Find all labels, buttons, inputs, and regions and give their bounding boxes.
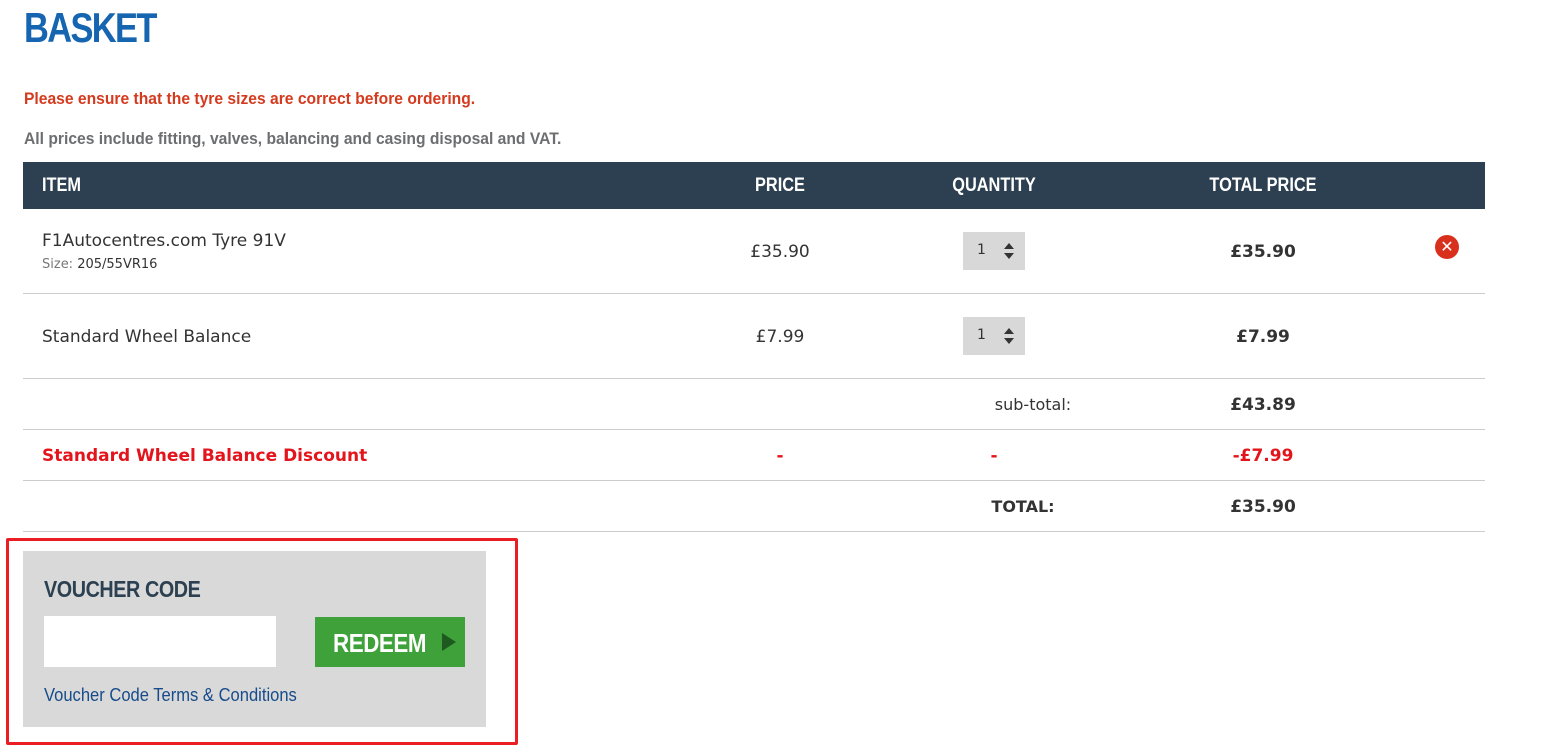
subtotal-value: £43.89: [1230, 395, 1296, 415]
item-price: £35.90: [750, 242, 810, 262]
item-size: Size: 205/55VR16: [42, 257, 157, 272]
basket-table: ITEM PRICE QUANTITY TOTAL PRICE F1Autoce…: [23, 162, 1485, 532]
prices-info: All prices include fitting, valves, bala…: [24, 129, 562, 148]
quantity-select[interactable]: 1: [963, 317, 1025, 355]
voucher-title: VOUCHER CODE: [44, 576, 201, 602]
redeem-label: REDEEM: [333, 628, 427, 658]
item-name: F1Autocentres.com Tyre 91V: [42, 231, 286, 251]
voucher-terms-link[interactable]: Voucher Code Terms & Conditions: [44, 685, 297, 706]
item-price: £7.99: [755, 327, 805, 347]
header-quantity: QUANTITY: [952, 175, 1036, 196]
header-total-price: TOTAL PRICE: [1209, 175, 1317, 196]
tyre-size-notice: Please ensure that the tyre sizes are co…: [24, 89, 476, 108]
subtotal-label: sub-total:: [994, 395, 1072, 414]
item-size-label: Size:: [42, 257, 74, 272]
header-item: ITEM: [42, 175, 82, 196]
total-value: £35.90: [1230, 497, 1296, 517]
discount-row: Standard Wheel Balance Discount - - -£7.…: [23, 430, 1485, 481]
discount-quantity: -: [990, 446, 998, 466]
item-name: Standard Wheel Balance: [42, 327, 252, 347]
total-row: TOTAL: £35.90: [23, 481, 1485, 532]
item-total: £7.99: [1236, 327, 1290, 347]
item-total: £35.90: [1230, 242, 1296, 262]
remove-item-icon[interactable]: ✕: [1435, 235, 1459, 259]
page-title: BASKET: [24, 4, 157, 51]
quantity-value: 1: [977, 327, 986, 343]
discount-total: -£7.99: [1232, 446, 1294, 466]
discount-price: -: [776, 446, 784, 466]
table-row: Standard Wheel Balance £7.99 1 £7.99: [23, 294, 1485, 379]
play-arrow-icon: [442, 633, 456, 651]
total-label: TOTAL:: [991, 497, 1055, 516]
discount-name: Standard Wheel Balance Discount: [42, 446, 368, 466]
table-row: F1Autocentres.com Tyre 91V Size: 205/55V…: [23, 209, 1485, 294]
voucher-code-input[interactable]: [44, 616, 276, 667]
voucher-panel: VOUCHER CODE REDEEM Voucher Code Terms &…: [23, 551, 486, 727]
table-header: ITEM PRICE QUANTITY TOTAL PRICE: [23, 162, 1485, 209]
header-price: PRICE: [755, 175, 805, 196]
item-size-value: 205/55VR16: [77, 257, 158, 272]
sort-arrows-icon: [1004, 243, 1014, 259]
sort-arrows-icon: [1004, 328, 1014, 344]
quantity-select[interactable]: 1: [963, 232, 1025, 270]
quantity-value: 1: [977, 242, 986, 258]
subtotal-row: sub-total: £43.89: [23, 379, 1485, 430]
redeem-button[interactable]: REDEEM: [315, 617, 465, 667]
